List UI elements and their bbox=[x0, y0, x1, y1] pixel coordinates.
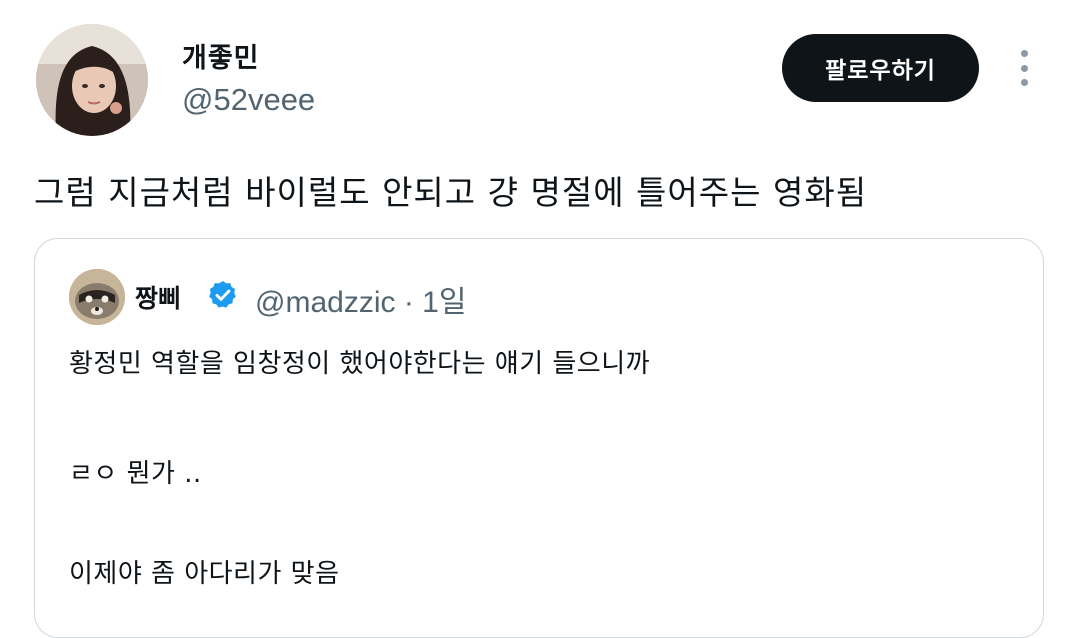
quoted-text-line: 이제야 좀 아다리가 맞음 bbox=[69, 559, 340, 589]
author-avatar[interactable] bbox=[36, 24, 148, 136]
quoted-display-name[interactable]: 짱삐 bbox=[135, 279, 181, 315]
quoted-tweet[interactable]: 짱삐 @madzzic · 1일 황정민 역할을 임창정이 했어야한다는 얘기 … bbox=[34, 238, 1044, 638]
quoted-text-line: ㄹㅇ 뭔가 .. bbox=[69, 459, 202, 489]
quoted-avatar[interactable] bbox=[69, 269, 125, 325]
more-vertical-icon[interactable] bbox=[1014, 50, 1034, 86]
follow-button[interactable]: 팔로우하기 bbox=[782, 34, 979, 102]
author-handle[interactable]: @52veee bbox=[182, 82, 315, 118]
author-display-name[interactable]: 개좋민 bbox=[182, 36, 260, 75]
quoted-text-line: 황정민 역할을 임창정이 했어야한다는 얘기 들으니까 bbox=[69, 349, 651, 379]
quoted-handle[interactable]: @madzzic bbox=[255, 286, 395, 319]
quoted-handle-and-time[interactable]: @madzzic · 1일 bbox=[255, 277, 466, 321]
more-dot bbox=[1020, 50, 1028, 57]
quoted-time[interactable]: · 1일 bbox=[404, 286, 467, 319]
more-dot bbox=[1020, 64, 1028, 72]
more-dot bbox=[1020, 79, 1028, 86]
verified-badge-icon bbox=[209, 281, 236, 308]
tweet-text: 그럼 지금처럼 바이럴도 안되고 걍 명절에 틀어주는 영화됨 bbox=[34, 173, 868, 212]
